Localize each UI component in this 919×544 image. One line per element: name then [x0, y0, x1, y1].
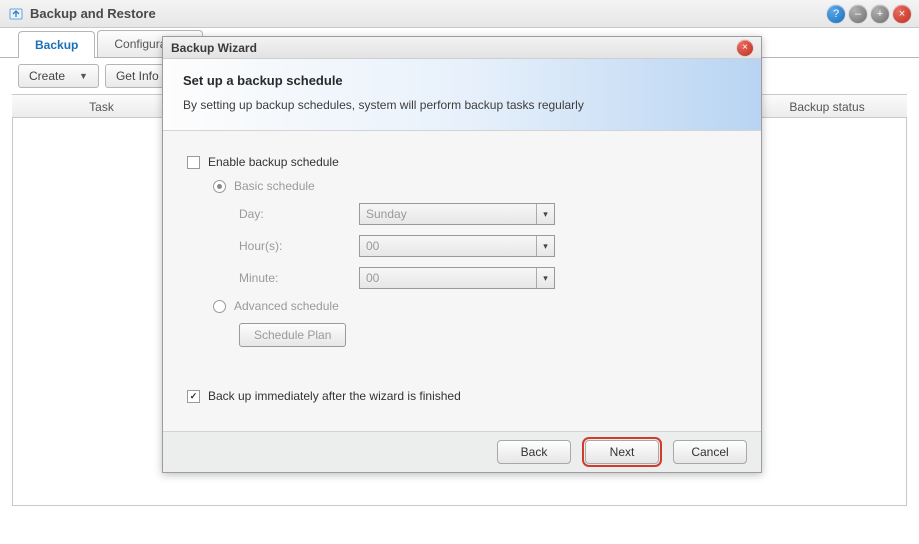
get-info-button-label: Get Info	[116, 69, 159, 83]
basic-schedule-radio[interactable]	[213, 180, 226, 193]
advanced-schedule-label: Advanced schedule	[234, 299, 339, 313]
chevron-down-icon: ▾	[536, 236, 554, 256]
window-title: Backup and Restore	[30, 6, 827, 21]
modal-description: By setting up backup schedules, system w…	[183, 98, 741, 112]
hour-value: 00	[366, 239, 379, 253]
day-label: Day:	[239, 207, 359, 221]
hour-label: Hour(s):	[239, 239, 359, 253]
schedule-plan-button[interactable]: Schedule Plan	[239, 323, 346, 347]
modal-body: Enable backup schedule Basic schedule Da…	[163, 131, 761, 431]
chevron-down-icon: ▼	[79, 71, 88, 81]
row-advanced-schedule: Advanced schedule	[187, 299, 737, 313]
backup-immediately-checkbox[interactable]	[187, 390, 200, 403]
chevron-down-icon: ▾	[536, 268, 554, 288]
modal-close-icon[interactable]: ×	[737, 40, 753, 56]
row-day: Day: Sunday ▾	[187, 203, 737, 225]
chevron-down-icon: ▾	[536, 204, 554, 224]
row-enable-schedule: Enable backup schedule	[187, 155, 737, 169]
back-button[interactable]: Back	[497, 440, 571, 464]
get-info-button[interactable]: Get Info	[105, 64, 170, 88]
minimize-icon[interactable]: –	[849, 5, 867, 23]
tab-backup[interactable]: Backup	[18, 31, 95, 58]
row-schedule-plan: Schedule Plan	[187, 323, 737, 347]
backup-immediately-label: Back up immediately after the wizard is …	[208, 389, 461, 403]
backup-wizard-modal: Backup Wizard × Set up a backup schedule…	[162, 36, 762, 473]
modal-heading: Set up a backup schedule	[183, 73, 741, 88]
minute-label: Minute:	[239, 271, 359, 285]
enable-schedule-label: Enable backup schedule	[208, 155, 339, 169]
create-button-label: Create	[29, 69, 65, 83]
basic-schedule-label: Basic schedule	[234, 179, 315, 193]
modal-title: Backup Wizard	[171, 41, 737, 55]
row-minute: Minute: 00 ▾	[187, 267, 737, 289]
advanced-schedule-radio[interactable]	[213, 300, 226, 313]
col-backup-status: Backup status	[747, 95, 907, 117]
cancel-button[interactable]: Cancel	[673, 440, 747, 464]
row-hour: Hour(s): 00 ▾	[187, 235, 737, 257]
close-icon[interactable]: ×	[893, 5, 911, 23]
day-value: Sunday	[366, 207, 407, 221]
app-icon	[8, 6, 24, 22]
modal-header: Set up a backup schedule By setting up b…	[163, 59, 761, 131]
row-backup-immediately: Back up immediately after the wizard is …	[187, 389, 737, 403]
help-icon[interactable]: ?	[827, 5, 845, 23]
modal-titlebar: Backup Wizard ×	[163, 37, 761, 59]
hour-select[interactable]: 00 ▾	[359, 235, 555, 257]
enable-schedule-checkbox[interactable]	[187, 156, 200, 169]
create-button[interactable]: Create ▼	[18, 64, 99, 88]
maximize-icon[interactable]: +	[871, 5, 889, 23]
row-basic-schedule: Basic schedule	[187, 179, 737, 193]
minute-select[interactable]: 00 ▾	[359, 267, 555, 289]
minute-value: 00	[366, 271, 379, 285]
next-button[interactable]: Next	[585, 440, 659, 464]
modal-footer: Back Next Cancel	[163, 431, 761, 472]
day-select[interactable]: Sunday ▾	[359, 203, 555, 225]
window-buttons: ? – + ×	[827, 5, 911, 23]
titlebar: Backup and Restore ? – + ×	[0, 0, 919, 28]
